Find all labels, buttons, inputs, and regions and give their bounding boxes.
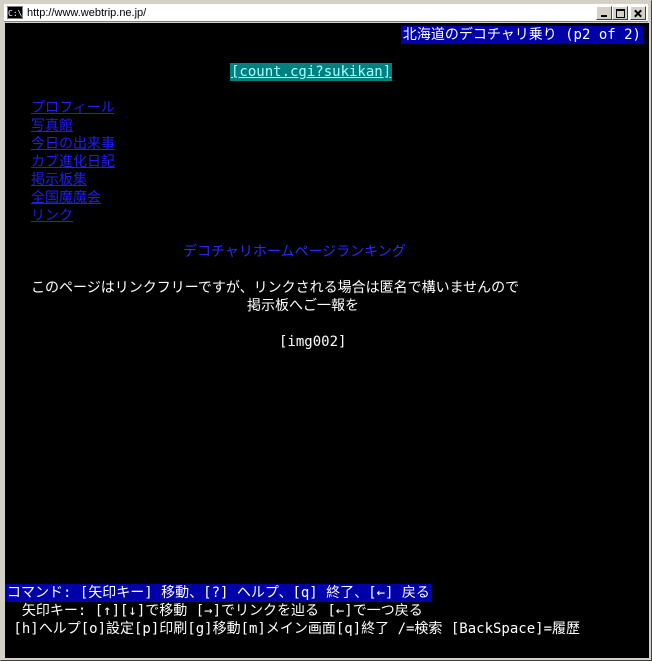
link-free-notice: このページはリンクフリーですが、リンクされる場合は匿名で構いませんので [31,280,520,296]
browser-window: C:\ http://www.webtrip.ne.jp/ 北海道のデコチャリ乗… [0,0,652,661]
nav-link-profile[interactable]: プロフィール [31,99,115,117]
terminal-viewport[interactable]: 北海道のデコチャリ乗り (p2 of 2) [count.cgi?sukikan… [5,23,649,658]
nav-link-todays-events[interactable]: 今日の出来事 [31,135,115,153]
nav-link-cub-diary[interactable]: カブ進化日記 [31,153,115,171]
command-bar: コマンド: [矢印キー] 移動、[?] ヘルプ、[q] 終了、[←] 戻る [5,584,432,602]
image-placeholder: [img002] [279,334,347,350]
close-button[interactable] [630,6,646,20]
maximize-button[interactable] [612,6,628,20]
minimize-button[interactable] [596,6,612,20]
key-commands-hint: [h]ヘルプ[o]設定[p]印刷[g]移動[m]メイン画面[q]終了 /=検索 … [5,621,581,637]
link-free-notice-line2: 掲示板へご一報を [247,298,359,314]
nav-link-photo-gallery[interactable]: 写真館 [31,117,73,135]
window-title: http://www.webtrip.ne.jp/ [27,7,147,19]
nav-link-national-club[interactable]: 全国魔魔会 [31,189,101,207]
counter-link[interactable]: [count.cgi?sukikan] [230,63,393,81]
console-icon: C:\ [7,6,23,19]
title-bar[interactable]: C:\ http://www.webtrip.ne.jp/ [4,4,648,22]
ranking-link[interactable]: デコチャリホームページランキング [183,243,406,261]
arrow-key-hint: 矢印キー: [↑][↓]で移動 [→]でリンクを辿る [←]で一つ戻る [5,603,423,619]
nav-link-bbs-collection[interactable]: 掲示板集 [31,171,87,189]
page-title: 北海道のデコチャリ乗り (p2 of 2) [400,26,643,44]
nav-link-links[interactable]: リンク [31,207,73,225]
